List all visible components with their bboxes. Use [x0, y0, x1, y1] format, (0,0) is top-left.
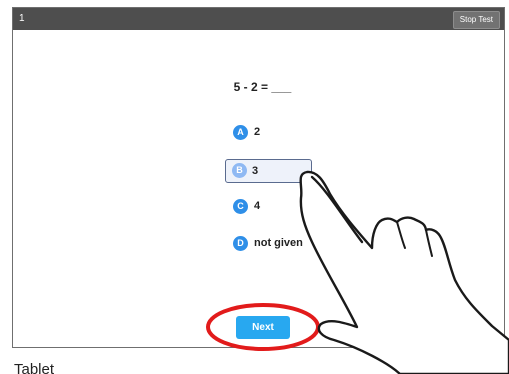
highlight-circle: [206, 303, 320, 351]
annotation-overlay: [206, 170, 509, 374]
